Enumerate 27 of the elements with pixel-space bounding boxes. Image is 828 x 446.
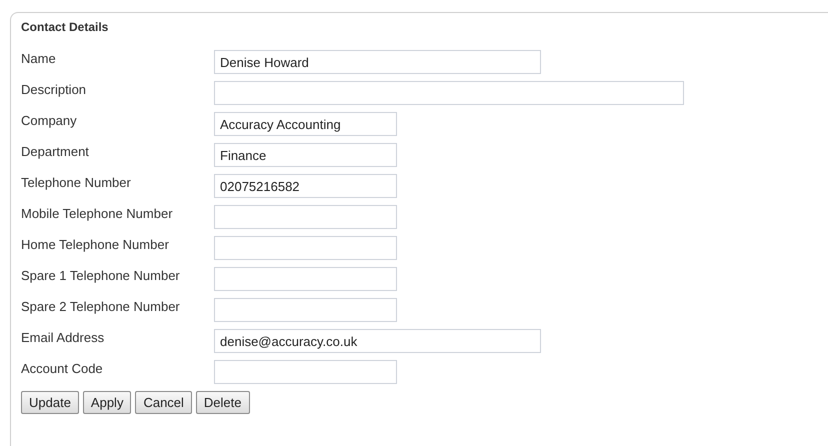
form-button[interactable]: Cancel — [135, 391, 192, 414]
input-field[interactable]: denise@accuracy.co.uk — [214, 329, 541, 353]
field-label: Mobile Telephone Number — [21, 205, 174, 221]
field-label: Home Telephone Number — [21, 236, 170, 252]
field-label: Email Address — [21, 329, 106, 345]
field-label: Spare 1 Telephone Number — [21, 267, 181, 283]
input-field[interactable] — [214, 236, 397, 260]
form-button[interactable]: Apply — [82, 391, 132, 414]
field-label: Telephone Number — [21, 174, 132, 190]
input-field[interactable]: 02075216582 — [214, 174, 397, 198]
input-field[interactable]: Finance — [214, 143, 397, 167]
field-label: Company — [21, 112, 78, 128]
input-field[interactable] — [214, 298, 397, 322]
field-label: Department — [21, 143, 90, 159]
input-field[interactable] — [214, 81, 684, 105]
input-field[interactable]: Denise Howard — [214, 50, 541, 74]
form-button[interactable]: Update — [21, 391, 79, 414]
form-button[interactable]: Delete — [196, 391, 250, 414]
panel-title: Contact Details — [21, 20, 108, 34]
field-label: Account Code — [21, 360, 104, 376]
field-label: Spare 2 Telephone Number — [21, 298, 181, 314]
input-field[interactable] — [214, 267, 397, 291]
input-field[interactable]: Accuracy Accounting — [214, 112, 397, 136]
field-label: Name — [21, 50, 57, 66]
input-field[interactable] — [214, 205, 397, 229]
field-label: Description — [21, 81, 88, 97]
input-field[interactable] — [214, 360, 397, 384]
